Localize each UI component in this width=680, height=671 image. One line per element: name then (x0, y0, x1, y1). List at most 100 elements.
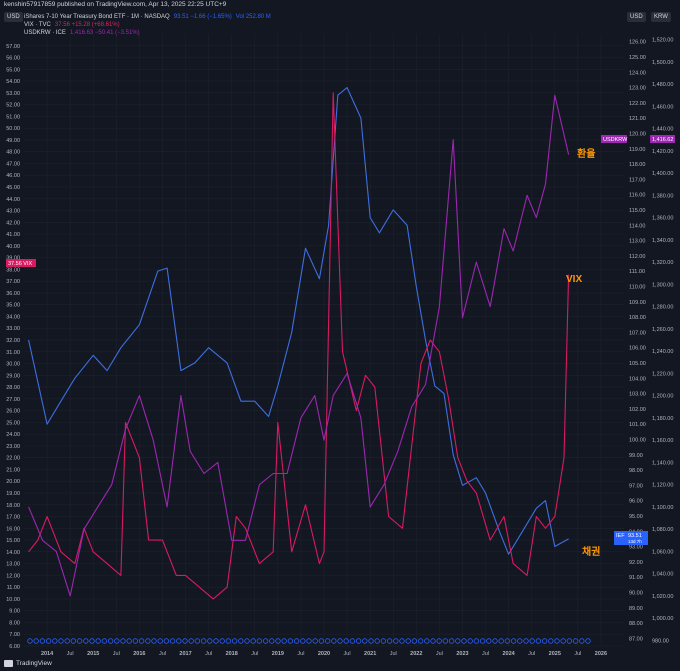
series-layer (28, 87, 570, 600)
bond-tick-label: 124.00 (629, 70, 646, 76)
fx-tick-label: 1,000.00 (652, 616, 673, 622)
bond-tick-label: 113.00 (629, 239, 645, 245)
event-marker (362, 638, 368, 644)
time-tick-label: Jul (574, 651, 581, 657)
event-marker (269, 638, 275, 644)
event-marker (510, 638, 517, 644)
event-marker (312, 638, 318, 644)
vix-badge-text: 37.56 VIX (8, 261, 32, 267)
left-tick-label: 48.00 (6, 150, 20, 156)
bond-tick-label: 93.00 (629, 545, 643, 551)
fx-tick-label: 1,420.00 (652, 149, 673, 155)
bond-tick-label: 87.00 (629, 636, 643, 642)
bond-axis-ticks: 87.0088.0089.0090.0091.0092.0093.0094.00… (629, 40, 646, 643)
time-tick-label: 2023 (456, 651, 468, 657)
event-marker (492, 638, 498, 644)
bond-tick-label: 95.00 (629, 514, 643, 520)
vix-annotation: VIX (566, 274, 582, 285)
bond-tick-label: 97.00 (629, 483, 643, 489)
left-tick-label: 29.00 (6, 373, 20, 379)
left-tick-label: 28.00 (6, 385, 20, 391)
ief-badge: IEF 93.51 13d 7h (614, 531, 648, 545)
event-marker (225, 638, 232, 644)
event-marker (430, 638, 436, 644)
fx-series-line (28, 94, 570, 597)
time-tick-label: 2024 (502, 651, 515, 657)
event-marker (554, 638, 560, 644)
fx-tick-label: 1,400.00 (652, 171, 673, 177)
event-marker (157, 638, 163, 644)
event-marker (343, 638, 349, 644)
left-tick-label: 9.00 (9, 609, 20, 615)
bond-tick-label: 126.00 (629, 40, 646, 46)
left-tick-label: 25.00 (6, 420, 20, 426)
time-tick-label: Jul (528, 651, 535, 657)
event-marker (107, 638, 114, 644)
time-tick-label: Jul (67, 651, 74, 657)
event-marker (39, 638, 46, 644)
event-marker (355, 638, 362, 644)
bond-tick-label: 102.00 (629, 407, 646, 413)
fx-axis-ticks: 980.00 1,000.00 1,020.00 1,040.00 1,060.00 1,… (652, 38, 673, 645)
bond-tick-label: 105.00 (629, 361, 646, 367)
event-marker (517, 638, 523, 644)
event-marker (386, 638, 393, 644)
fx-tick-label: 980.00 (652, 638, 669, 644)
time-axis-ticks: 2014 Jul 2015 Jul 2016 Jul 2017 Jul 2018 Jul 2019 J… (41, 651, 607, 657)
published-bar: kenshin57917859 published on TradingView… (0, 0, 680, 10)
event-marker (33, 638, 39, 644)
fx-tick-label: 1,480.00 (652, 82, 673, 88)
fx-tick-label: 1,440.00 (652, 127, 673, 133)
time-tick-label: 2019 (272, 651, 284, 657)
bond-tick-label: 104.00 (629, 376, 646, 382)
event-marker (535, 638, 542, 644)
legend-row-vix[interactable]: VIX · TVC 37.56 +15.28 (+68.61%) (24, 21, 271, 29)
left-tick-label: 37.00 (6, 279, 20, 285)
legend-row-fx[interactable]: USDKRW · ICE 1,416.63 −50.41 (−3.51%) (24, 29, 271, 37)
left-tick-label: 52.00 (6, 103, 20, 109)
time-tick-label: Jul (482, 651, 489, 657)
event-marker (331, 638, 337, 644)
bond-tick-label: 99.00 (629, 453, 643, 459)
event-marker (473, 638, 480, 644)
event-marker (337, 638, 343, 644)
published-text: kenshin57917859 published on TradingView… (4, 1, 227, 8)
footer: TradingView (0, 659, 680, 671)
ief-badge-label: IEF (616, 533, 625, 539)
fx-tick-label: 1,160.00 (652, 438, 673, 444)
fx-annotation: 환율 (577, 147, 595, 160)
tradingview-logo[interactable]: TradingView (4, 660, 52, 667)
bond-axis-unit-button[interactable]: USD (627, 12, 646, 22)
event-marker (566, 638, 573, 644)
time-tick-label: Jul (390, 651, 397, 657)
event-marker (349, 638, 356, 644)
left-tick-label: 45.00 (6, 185, 20, 191)
left-axis-unit-button[interactable]: USD (4, 12, 23, 22)
left-tick-label: 47.00 (6, 161, 20, 167)
left-tick-label: 8.00 (9, 620, 20, 626)
event-marker (169, 638, 176, 644)
fx-tick-label: 1,380.00 (652, 193, 673, 199)
event-marker (101, 638, 108, 644)
event-marker (145, 638, 151, 644)
left-tick-label: 14.00 (6, 550, 20, 556)
left-tick-label: 22.00 (6, 456, 20, 462)
event-marker (504, 638, 511, 644)
fx-tick-label: 1,220.00 (652, 371, 673, 377)
left-tick-label: 43.00 (6, 209, 20, 215)
left-tick-label: 49.00 (6, 138, 20, 144)
left-tick-label: 15.00 (6, 538, 20, 544)
left-tick-label: 42.00 (6, 220, 20, 226)
usdkrw-badge-value: 1,416.62 (652, 137, 673, 143)
bond-tick-label: 116.00 (629, 193, 645, 199)
event-marker (281, 638, 287, 644)
fx-axis-unit-button[interactable]: KRW (651, 12, 671, 22)
event-marker (83, 638, 89, 644)
bond-tick-label: 91.00 (629, 575, 643, 581)
time-tick-label: 2021 (364, 651, 376, 657)
legend-row-bond[interactable]: iShares 7-10 Year Treasury Bond ETF · 1M… (24, 13, 271, 21)
event-marker (76, 638, 83, 644)
left-tick-label: 21.00 (6, 467, 20, 473)
event-marker (579, 638, 585, 644)
left-tick-label: 23.00 (6, 444, 20, 450)
